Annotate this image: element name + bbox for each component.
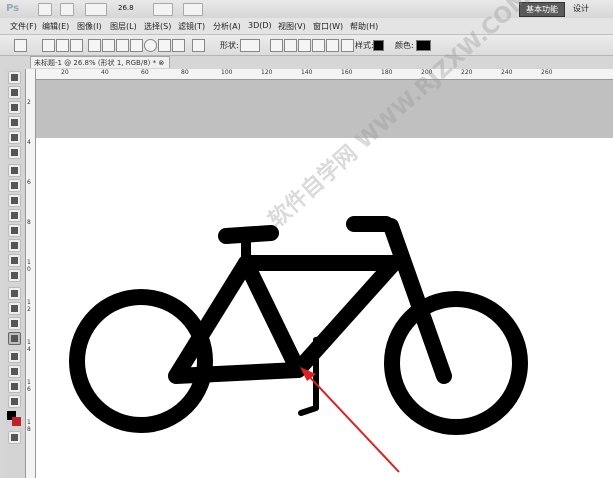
3d-orbit-tool-icon[interactable] bbox=[8, 365, 21, 378]
line-icon[interactable] bbox=[172, 39, 185, 52]
shape-layers-icon[interactable] bbox=[42, 39, 55, 52]
paths-icon[interactable] bbox=[56, 39, 69, 52]
arrange-docs-button[interactable] bbox=[153, 3, 173, 16]
quick-mask-icon[interactable] bbox=[8, 431, 21, 444]
gradient-tool-icon[interactable] bbox=[8, 239, 21, 252]
ruler-tick-label: 6 bbox=[27, 179, 31, 186]
ruler-tick-label: 260 bbox=[541, 69, 553, 76]
pen-tool-icon[interactable] bbox=[8, 287, 21, 300]
rounded-rectangle-icon[interactable] bbox=[130, 39, 143, 52]
view-extras-button[interactable] bbox=[85, 3, 107, 16]
3d-rotate-tool-icon[interactable] bbox=[8, 350, 21, 363]
type-tool-icon[interactable] bbox=[8, 302, 21, 315]
menu-help[interactable]: 帮助(H) bbox=[350, 21, 378, 32]
menu-filter[interactable]: 滤镜(T) bbox=[178, 21, 205, 32]
menu-layer[interactable]: 图层(L) bbox=[110, 21, 137, 32]
color-swatch[interactable] bbox=[416, 40, 431, 51]
zoom-level[interactable]: 26.8 bbox=[118, 4, 134, 12]
blur-tool-icon[interactable] bbox=[8, 254, 21, 267]
annotation-arrow bbox=[303, 370, 400, 473]
ruler-tick-label: 1 2 bbox=[27, 299, 31, 313]
marquee-tool-icon[interactable] bbox=[8, 86, 21, 99]
ruler-tick-label: 60 bbox=[141, 69, 149, 76]
bridge-button[interactable] bbox=[38, 3, 52, 16]
style-swatch[interactable] bbox=[373, 40, 384, 51]
workspace-design[interactable]: 设计 bbox=[567, 2, 595, 15]
vertical-ruler: 2 4 6 8 1 0 1 2 1 4 1 6 1 8 bbox=[26, 69, 36, 478]
document-tab[interactable]: 未标题-1 @ 26.8% (形状 1, RGB/8) * ⊗ bbox=[30, 56, 170, 68]
add-shape-icon[interactable] bbox=[284, 39, 297, 52]
eraser-tool-icon[interactable] bbox=[8, 224, 21, 237]
ruler-tick-label: 1 4 bbox=[27, 339, 31, 353]
subtract-shape-icon[interactable] bbox=[298, 39, 311, 52]
menu-analysis[interactable]: 分析(A) bbox=[213, 21, 241, 32]
menu-edit[interactable]: 编辑(E) bbox=[42, 21, 69, 32]
ruler-tick-label: 1 8 bbox=[27, 419, 31, 433]
fill-pixels-icon[interactable] bbox=[70, 39, 83, 52]
quick-select-tool-icon[interactable] bbox=[8, 116, 21, 129]
minibridge-button[interactable] bbox=[60, 3, 74, 16]
ruler-tick-label: 1 0 bbox=[27, 259, 31, 273]
ruler-tick-label: 80 bbox=[181, 69, 189, 76]
eyedropper-tool-icon[interactable] bbox=[8, 146, 21, 159]
ruler-tick-label: 4 bbox=[27, 139, 31, 146]
new-layer-icon[interactable] bbox=[270, 39, 283, 52]
bicycle-shape-picker[interactable] bbox=[240, 39, 260, 52]
toolbox bbox=[5, 69, 26, 478]
polygon-icon[interactable] bbox=[158, 39, 171, 52]
ruler-tick-label: 160 bbox=[341, 69, 353, 76]
ruler-tick-label: 40 bbox=[101, 69, 109, 76]
screen-mode-button[interactable] bbox=[183, 3, 203, 16]
tool-preset-icon[interactable] bbox=[14, 39, 27, 52]
crop-tool-icon[interactable] bbox=[8, 131, 21, 144]
shape-label: 形状: bbox=[220, 41, 239, 50]
brush-tool-icon[interactable] bbox=[8, 179, 21, 192]
front-wheel bbox=[384, 291, 528, 435]
style-label: 样式: bbox=[355, 41, 374, 50]
dodge-tool-icon[interactable] bbox=[8, 269, 21, 282]
menu-window[interactable]: 窗口(W) bbox=[313, 21, 343, 32]
healing-brush-tool-icon[interactable] bbox=[8, 164, 21, 177]
lasso-tool-icon[interactable] bbox=[8, 101, 21, 114]
intersect-shape-icon[interactable] bbox=[312, 39, 325, 52]
hand-tool-icon[interactable] bbox=[8, 380, 21, 393]
background-color[interactable] bbox=[12, 417, 21, 426]
ruler-tick-label: 120 bbox=[261, 69, 273, 76]
ruler-tick-label: 240 bbox=[501, 69, 513, 76]
move-tool-icon[interactable] bbox=[8, 71, 21, 84]
zoom-tool-icon[interactable] bbox=[8, 395, 21, 408]
link-icon[interactable] bbox=[341, 39, 354, 52]
ruler-tick-label: 140 bbox=[301, 69, 313, 76]
history-brush-tool-icon[interactable] bbox=[8, 209, 21, 222]
ruler-tick-label: 180 bbox=[381, 69, 393, 76]
stamp-tool-icon[interactable] bbox=[8, 194, 21, 207]
menu-file[interactable]: 文件(F) bbox=[10, 21, 37, 32]
rectangle-icon[interactable] bbox=[116, 39, 129, 52]
horizontal-ruler: 20 40 60 80 100 120 140 160 180 200 220 240 260 bbox=[35, 69, 613, 80]
menu-3d[interactable]: 3D(D) bbox=[248, 21, 272, 30]
freeform-pen-icon[interactable] bbox=[102, 39, 115, 52]
menu-select[interactable]: 选择(S) bbox=[144, 21, 171, 32]
ruler-tick-label: 1 6 bbox=[27, 379, 31, 393]
custom-shape-icon[interactable] bbox=[192, 39, 205, 52]
app-logo: Ps bbox=[6, 3, 20, 14]
custom-shape-tool-icon[interactable] bbox=[8, 332, 21, 345]
menu-image[interactable]: 图像(I) bbox=[77, 21, 102, 32]
options-bar: 形状: 样式: 颜色: bbox=[0, 35, 613, 56]
ruler-tick-label: 100 bbox=[221, 69, 233, 76]
ruler-tick-label: 8 bbox=[27, 219, 31, 226]
color-label: 颜色: bbox=[395, 41, 414, 50]
ruler-tick-label: 20 bbox=[61, 69, 69, 76]
menu-bar: 文件(F) 编辑(E) 图像(I) 图层(L) 选择(S) 滤镜(T) 分析(A… bbox=[0, 18, 613, 35]
ellipse-icon[interactable] bbox=[144, 39, 157, 52]
pasteboard bbox=[36, 80, 613, 138]
ruler-tick-label: 2 bbox=[27, 99, 31, 106]
pen-icon[interactable] bbox=[88, 39, 101, 52]
menu-view[interactable]: 视图(V) bbox=[278, 21, 306, 32]
exclude-shape-icon[interactable] bbox=[326, 39, 339, 52]
path-select-tool-icon[interactable] bbox=[8, 317, 21, 330]
